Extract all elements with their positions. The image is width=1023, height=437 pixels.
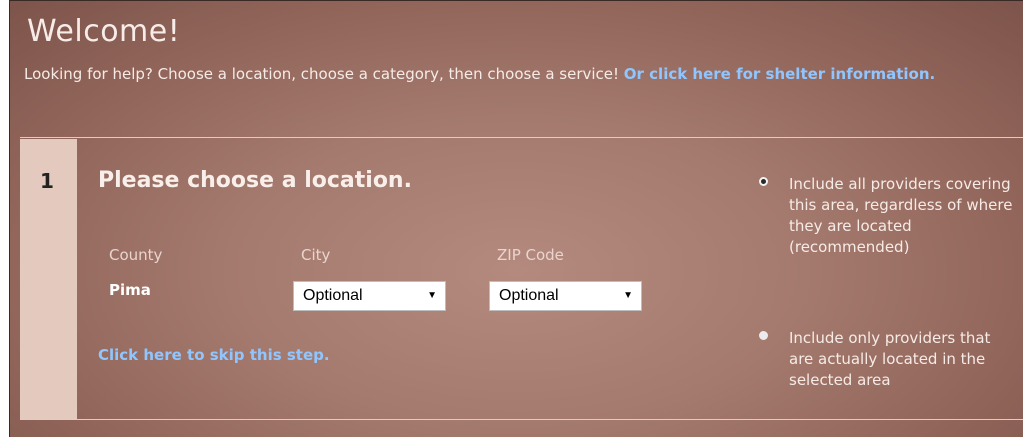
bottom-divider — [20, 419, 1023, 420]
step-number: 1 — [40, 169, 54, 193]
chevron-down-icon: ▼ — [427, 290, 437, 301]
county-label: County — [109, 246, 163, 264]
shelter-info-link[interactable]: Or click here for shelter information. — [624, 65, 935, 83]
page-title: Welcome! — [27, 14, 181, 49]
zip-select-value: Optional — [499, 287, 559, 304]
county-value: Pima — [109, 281, 151, 299]
welcome-panel: Welcome! Looking for help? Choose a loca… — [9, 0, 1023, 437]
city-label: City — [301, 246, 331, 264]
zip-select[interactable]: Optional ▼ — [489, 281, 642, 311]
radio-located-providers[interactable] — [759, 331, 768, 340]
intro-instructions: Looking for help? Choose a location, cho… — [24, 65, 624, 83]
step-title: Please choose a location. — [98, 168, 412, 193]
intro-text: Looking for help? Choose a location, cho… — [24, 63, 984, 86]
option-all-providers-label: Include all providers covering this area… — [789, 175, 1013, 256]
city-select-value: Optional — [303, 287, 363, 304]
zip-label: ZIP Code — [497, 246, 564, 264]
city-select[interactable]: Optional ▼ — [293, 281, 446, 311]
skip-step-link[interactable]: Click here to skip this step. — [98, 346, 330, 364]
chevron-down-icon: ▼ — [623, 290, 633, 301]
radio-all-providers[interactable] — [759, 177, 768, 186]
top-divider — [20, 137, 1023, 138]
option-located-providers-label: Include only providers that are actually… — [789, 329, 991, 389]
